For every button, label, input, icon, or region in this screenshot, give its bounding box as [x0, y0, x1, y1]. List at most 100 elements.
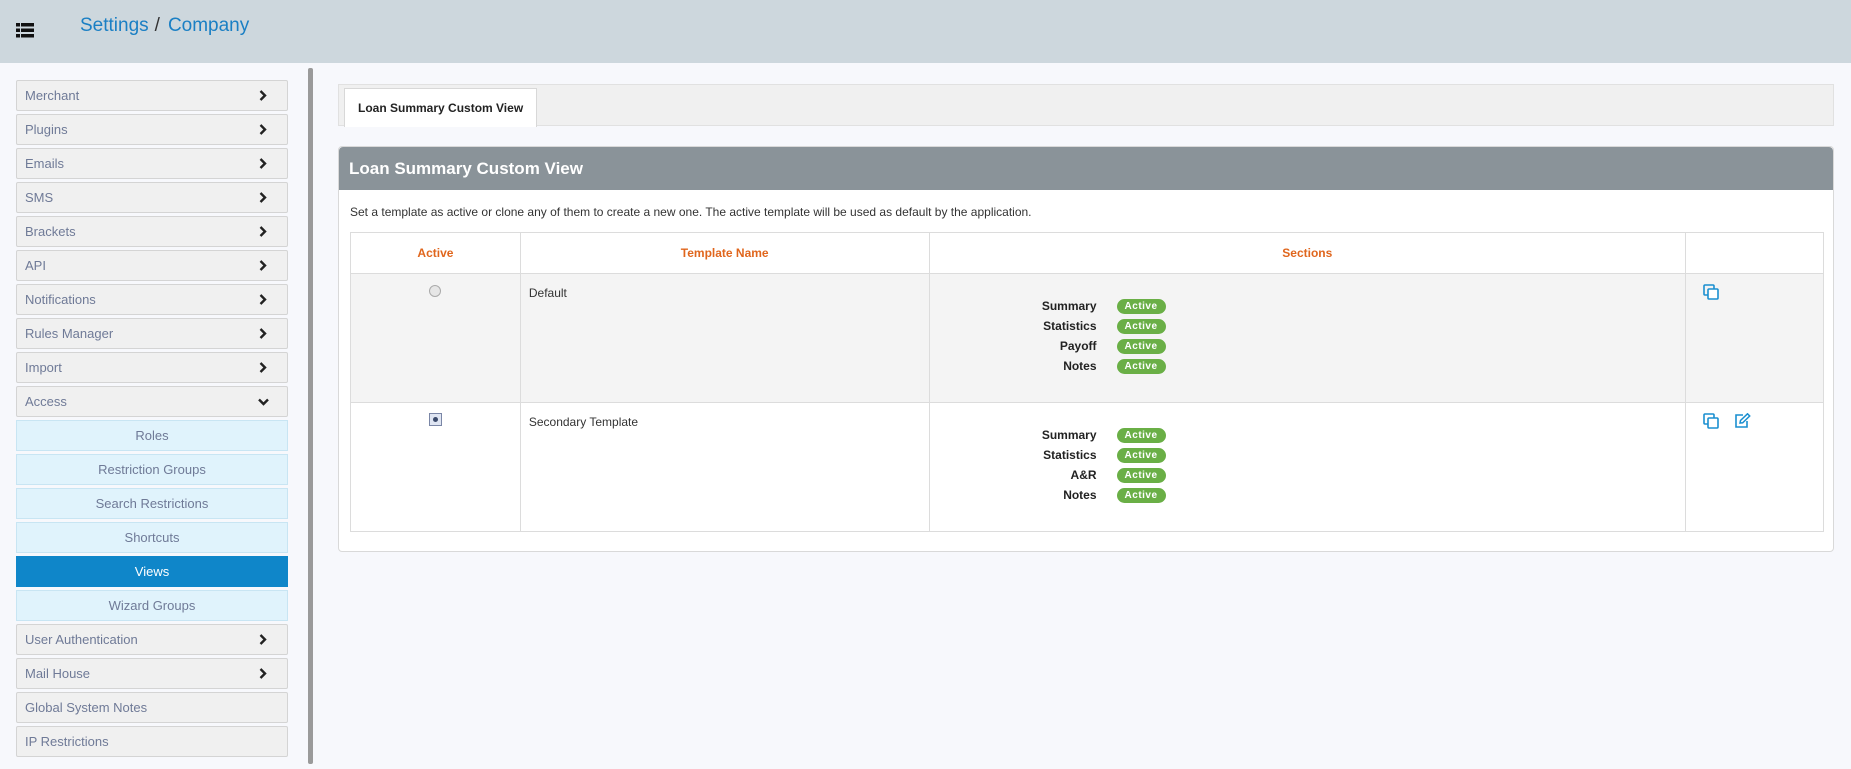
sidebar-item-api[interactable]: API — [16, 250, 288, 281]
sidebar-item-access[interactable]: Access — [16, 386, 288, 417]
section-row: Notes Active — [930, 485, 1686, 505]
chevron-right-icon — [257, 226, 269, 238]
sidebar-item-mail-house[interactable]: Mail House — [16, 658, 288, 689]
actions-cell — [1685, 273, 1824, 403]
section-row: Statistics Active — [930, 316, 1686, 336]
section-row: Summary Active — [930, 425, 1686, 445]
table-row: Default Summary Active Statistics Active Payo… — [350, 273, 1824, 403]
templates-table: Active Template Name Sections Default Sum… — [350, 232, 1824, 532]
sections-cell: Summary Active Statistics Active A&R Active No… — [928, 402, 1687, 532]
sidebar-item-plugins[interactable]: Plugins — [16, 114, 288, 145]
status-badge: Active — [1116, 427, 1166, 443]
copy-icon[interactable] — [1703, 284, 1719, 300]
breadcrumb-company[interactable]: Company — [168, 15, 249, 36]
chevron-right-icon — [257, 294, 269, 306]
sidebar-item-rules-manager[interactable]: Rules Manager — [16, 318, 288, 349]
section-row: Notes Active — [930, 356, 1686, 376]
template-name: Secondary Template — [528, 415, 639, 429]
breadcrumb: Settings / Company — [80, 15, 249, 37]
section-label: Summary — [1041, 428, 1097, 442]
sidebar-item-label: Emails — [25, 156, 65, 171]
sidebar-item-label: Access — [25, 394, 67, 409]
actions-cell — [1685, 402, 1824, 532]
sidebar-item-label: User Authentication — [25, 632, 138, 647]
sidebar-item-label: Mail House — [25, 666, 91, 681]
chevron-right-icon — [257, 90, 269, 102]
sidebar-item-label: API — [25, 258, 46, 273]
edit-icon[interactable] — [1734, 412, 1751, 429]
sidebar-item-label: Global System Notes — [25, 700, 148, 715]
chevron-right-icon — [257, 328, 269, 340]
panel-description: Set a template as active or clone any of… — [350, 205, 1032, 219]
column-header-active: Active — [350, 232, 521, 274]
sidebar-item-label: Brackets — [25, 224, 76, 239]
column-header-template-name: Template Name — [519, 232, 930, 274]
chevron-right-icon — [257, 634, 269, 646]
section-row: Payoff Active — [930, 336, 1686, 356]
section-label: Notes — [1063, 359, 1097, 373]
row-actions — [1686, 274, 1823, 300]
template-name-cell: Default — [519, 273, 930, 403]
section-row: Summary Active — [930, 296, 1686, 316]
sidebar-item-merchant[interactable]: Merchant — [16, 80, 288, 111]
status-badge: Active — [1116, 358, 1166, 374]
breadcrumb-settings[interactable]: Settings — [80, 15, 149, 36]
sidebar: Merchant Plugins Emails SMS Brackets API Notif… — [16, 80, 288, 760]
chevron-right-icon — [257, 362, 269, 374]
panel-title: Loan Summary Custom View — [339, 147, 1833, 190]
status-badge: Active — [1116, 318, 1166, 334]
sections-cell: Summary Active Statistics Active Payoff Activ… — [928, 273, 1687, 403]
sidebar-item-label: IP Restrictions — [25, 734, 109, 749]
status-badge: Active — [1116, 467, 1166, 483]
section-label: Notes — [1063, 488, 1097, 502]
status-badge: Active — [1116, 338, 1166, 354]
breadcrumb-separator: / — [154, 15, 160, 36]
active-radio-selected[interactable] — [428, 413, 442, 426]
sidebar-item-import[interactable]: Import — [16, 352, 288, 383]
sidebar-item-label: Plugins — [25, 122, 68, 137]
sidebar-item-notifications[interactable]: Notifications — [16, 284, 288, 315]
active-cell — [350, 402, 521, 532]
table-row: Secondary Template Summary Active Statistic… — [350, 402, 1824, 532]
tab-loan-summary-custom-view[interactable]: Loan Summary Custom View — [344, 88, 538, 127]
template-name-cell: Secondary Template — [519, 402, 930, 532]
active-radio[interactable] — [429, 285, 442, 297]
section-row: A&R Active — [930, 465, 1686, 485]
copy-icon[interactable] — [1703, 413, 1719, 429]
column-header-actions — [1685, 232, 1824, 274]
section-label: Summary — [1041, 299, 1097, 313]
menu-toggle-icon[interactable] — [16, 23, 34, 38]
sidebar-subitem-views[interactable]: Views — [16, 556, 288, 587]
section-label: A&R — [1070, 468, 1097, 482]
sidebar-item-ip-restrictions[interactable]: IP Restrictions — [16, 726, 288, 757]
column-header-sections: Sections — [928, 232, 1687, 274]
section-label: Payoff — [1059, 339, 1097, 353]
section-label: Statistics — [1043, 448, 1097, 462]
section-label: Statistics — [1043, 319, 1097, 333]
chevron-right-icon — [257, 124, 269, 136]
sidebar-subitem-roles[interactable]: Roles — [16, 420, 288, 451]
sidebar-scrollbar[interactable] — [308, 68, 313, 764]
sidebar-item-user-authentication[interactable]: User Authentication — [16, 624, 288, 655]
top-bar: Settings / Company — [0, 0, 1851, 63]
status-badge: Active — [1116, 487, 1166, 503]
chevron-right-icon — [257, 158, 269, 170]
sidebar-subitem-restriction-groups[interactable]: Restriction Groups — [16, 454, 288, 485]
sidebar-subitem-wizard-groups[interactable]: Wizard Groups — [16, 590, 288, 621]
chevron-down-icon — [257, 396, 269, 408]
sidebar-item-label: SMS — [25, 190, 54, 205]
sidebar-item-global-system-notes[interactable]: Global System Notes — [16, 692, 288, 723]
row-actions — [1686, 403, 1823, 429]
sidebar-subitem-search-restrictions[interactable]: Search Restrictions — [16, 488, 288, 519]
sidebar-item-label: Merchant — [25, 88, 80, 103]
template-name: Default — [528, 286, 567, 300]
sidebar-item-label: Notifications — [25, 292, 96, 307]
status-badge: Active — [1116, 447, 1166, 463]
tab-bar: Loan Summary Custom View — [338, 84, 1834, 127]
sidebar-item-sms[interactable]: SMS — [16, 182, 288, 213]
sidebar-subitem-shortcuts[interactable]: Shortcuts — [16, 522, 288, 553]
chevron-right-icon — [257, 668, 269, 680]
sidebar-item-emails[interactable]: Emails — [16, 148, 288, 179]
chevron-right-icon — [257, 260, 269, 272]
sidebar-item-brackets[interactable]: Brackets — [16, 216, 288, 247]
